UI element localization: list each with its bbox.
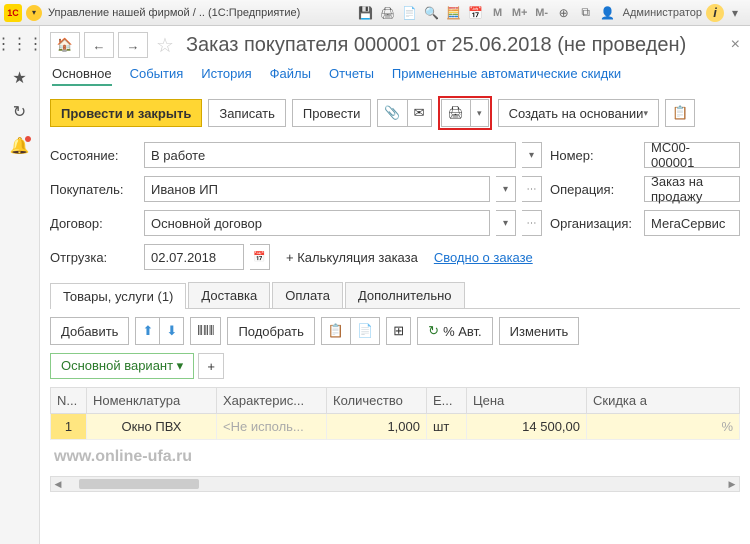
copy-button[interactable]: 📋: [321, 317, 351, 345]
state-dropdown[interactable]: ▾: [522, 142, 542, 168]
watermark: www.online-ufa.ru: [50, 440, 740, 474]
zoom-icon[interactable]: ⊕: [555, 4, 573, 22]
save-icon[interactable]: 💾: [357, 4, 375, 22]
apps-icon[interactable]: ⋮⋮⋮: [0, 34, 44, 54]
col-price[interactable]: Цена: [467, 388, 587, 414]
buyer-dropdown[interactable]: ▾: [496, 176, 516, 202]
buyer-label: Покупатель:: [50, 182, 138, 197]
scroll-right-icon[interactable]: ▶: [725, 479, 739, 490]
star-icon[interactable]: ☆: [156, 33, 174, 58]
scroll-left-icon[interactable]: ◀: [51, 479, 65, 490]
subtab-payment[interactable]: Оплата: [272, 282, 343, 308]
ship-field[interactable]: 02.07.2018: [144, 244, 244, 270]
col-unit[interactable]: Е...: [427, 388, 467, 414]
col-char[interactable]: Характерис...: [217, 388, 327, 414]
move-up-button[interactable]: ⬆: [135, 317, 160, 345]
goods-table: N... Номенклатура Характерис... Количест…: [50, 387, 740, 440]
col-nom[interactable]: Номенклатура: [87, 388, 217, 414]
auto-pct-button[interactable]: ↻% Авт.: [417, 317, 493, 345]
page-title: Заказ покупателя 000001 от 25.06.2018 (н…: [186, 34, 686, 57]
col-disc[interactable]: Скидка а: [587, 388, 740, 414]
doc-icon[interactable]: 📄: [401, 4, 419, 22]
org-label: Организация:: [550, 216, 638, 231]
col-qty[interactable]: Количество: [327, 388, 427, 414]
calendar-icon[interactable]: 📅: [467, 4, 485, 22]
email-button[interactable]: ✉: [408, 99, 432, 127]
org-field[interactable]: МегаСервис: [644, 210, 740, 236]
attach-button[interactable]: 📎: [377, 99, 407, 127]
close-button[interactable]: ×: [731, 36, 740, 54]
tab-history[interactable]: История: [201, 66, 251, 86]
app-logo: 1С: [4, 4, 22, 22]
ship-calendar[interactable]: 📅: [250, 244, 270, 270]
preview-icon[interactable]: 🔍: [423, 4, 441, 22]
back-button[interactable]: ←: [84, 32, 114, 58]
state-label: Состояние:: [50, 148, 138, 163]
m-plus-icon[interactable]: M+: [511, 4, 529, 22]
horizontal-scrollbar[interactable]: ◀ ▶: [50, 476, 740, 492]
subtab-extra[interactable]: Дополнительно: [345, 282, 465, 308]
home-button[interactable]: 🏠: [50, 32, 80, 58]
ship-label: Отгрузка:: [50, 250, 138, 265]
subtab-delivery[interactable]: Доставка: [188, 282, 270, 308]
user-name[interactable]: Администратор: [623, 7, 702, 19]
barcode-button[interactable]: ⦀⦀⦀: [190, 317, 221, 345]
tab-files[interactable]: Файлы: [270, 66, 311, 86]
post-and-close-button[interactable]: Провести и закрыть: [50, 99, 202, 127]
add-variant-button[interactable]: +: [198, 353, 224, 379]
contract-field[interactable]: Основной договор: [144, 210, 490, 236]
buyer-field[interactable]: Иванов ИП: [144, 176, 490, 202]
user-icon: 👤: [599, 4, 617, 22]
contract-label: Договор:: [50, 216, 138, 231]
move-down-button[interactable]: ⬇: [160, 317, 184, 345]
print-dropdown[interactable]: [471, 99, 489, 127]
summary-link[interactable]: Сводно о заказе: [434, 250, 533, 265]
post-button[interactable]: Провести: [292, 99, 372, 127]
number-label: Номер:: [550, 148, 638, 163]
scroll-thumb[interactable]: [79, 479, 199, 489]
buyer-open[interactable]: ⋯: [522, 176, 542, 202]
m-icon[interactable]: M: [489, 4, 507, 22]
info-icon[interactable]: i: [706, 4, 724, 22]
subtab-goods[interactable]: Товары, услуги (1): [50, 283, 186, 309]
add-row-button[interactable]: Добавить: [50, 317, 129, 345]
operation-label: Операция:: [550, 182, 638, 197]
create-based-button[interactable]: Создать на основании: [498, 99, 659, 127]
notifications-icon[interactable]: 🔔: [10, 136, 30, 156]
print-icon[interactable]: 🖨: [379, 4, 397, 22]
m-minus-icon[interactable]: M-: [533, 4, 551, 22]
settings-grid-button[interactable]: ⊞: [386, 317, 411, 345]
tabs-icon[interactable]: ⧉: [577, 4, 595, 22]
pick-button[interactable]: Подобрать: [227, 317, 314, 345]
paste-button[interactable]: 📄: [351, 317, 380, 345]
contract-open[interactable]: ⋯: [522, 210, 542, 236]
calc-link[interactable]: + Калькуляция заказа: [286, 250, 418, 265]
contract-dropdown[interactable]: ▾: [496, 210, 516, 236]
state-field[interactable]: В работе: [144, 142, 516, 168]
calc-icon[interactable]: 🧮: [445, 4, 463, 22]
app-menu-dropdown[interactable]: ▾: [26, 5, 42, 21]
table-row[interactable]: 1 Окно ПВХ <Не исполь... 1,000 шт 14 500…: [51, 414, 740, 440]
forward-button[interactable]: →: [118, 32, 148, 58]
tab-events[interactable]: События: [130, 66, 184, 86]
tab-discounts[interactable]: Примененные автоматические скидки: [392, 66, 621, 86]
report-button[interactable]: 📋: [665, 99, 695, 127]
favorite-icon[interactable]: ★: [12, 68, 26, 88]
number-field[interactable]: МС00-000001: [644, 142, 740, 168]
operation-field[interactable]: Заказ на продажу: [644, 176, 740, 202]
print-button[interactable]: 🖨: [441, 99, 472, 127]
col-n[interactable]: N...: [51, 388, 87, 414]
variant-button[interactable]: Основной вариант ▾: [50, 353, 194, 379]
history-icon[interactable]: ↻: [13, 102, 26, 122]
window-title: Управление нашей фирмой / .. (1С:Предпри…: [48, 7, 355, 19]
save-button[interactable]: Записать: [208, 99, 286, 127]
tab-main[interactable]: Основное: [52, 66, 112, 86]
minimize-icon[interactable]: ▾: [726, 4, 744, 22]
change-button[interactable]: Изменить: [499, 317, 580, 345]
tab-reports[interactable]: Отчеты: [329, 66, 374, 86]
